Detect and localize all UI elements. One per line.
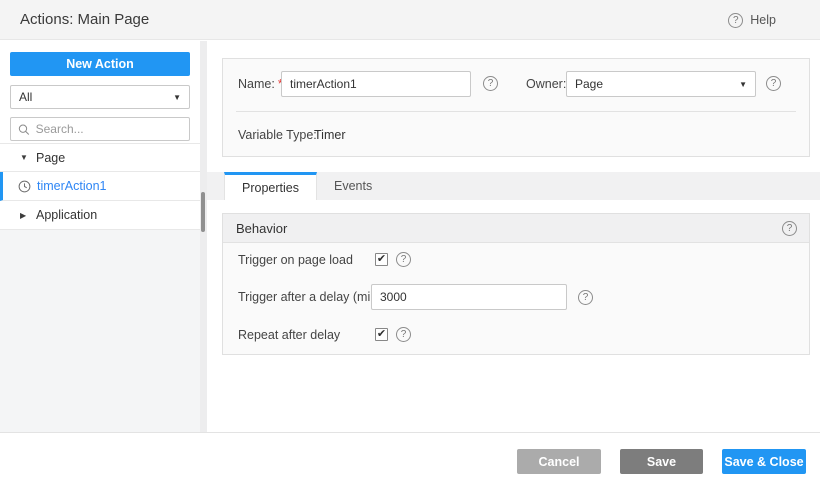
actions-editor-window: Actions: Main Page ? Help New Action All… bbox=[0, 0, 820, 489]
expanded-caret-icon: ▼ bbox=[20, 153, 28, 162]
clock-icon bbox=[18, 180, 31, 193]
dialog-footer: Cancel Save Save & Close bbox=[0, 432, 820, 489]
new-action-button[interactable]: New Action bbox=[10, 52, 190, 76]
trigger-on-page-load-row: Trigger on page load ✔ ? bbox=[223, 252, 809, 267]
page-title: Actions: Main Page bbox=[20, 11, 150, 28]
collapsed-caret-icon: ▶ bbox=[20, 210, 27, 220]
repeat-after-delay-row: Repeat after delay ✔ ? bbox=[223, 327, 809, 342]
repeat-after-delay-help-icon[interactable]: ? bbox=[396, 327, 411, 342]
help-label: Help bbox=[750, 13, 776, 27]
form-divider bbox=[236, 111, 796, 112]
trigger-on-page-load-help-icon[interactable]: ? bbox=[396, 252, 411, 267]
behavior-title: Behavior bbox=[236, 220, 288, 236]
help-icon: ? bbox=[728, 12, 744, 28]
tree-group-page[interactable]: ▼ Page bbox=[0, 143, 200, 172]
save-and-close-button[interactable]: Save & Close bbox=[722, 449, 806, 474]
tree-item-timeraction1[interactable]: timerAction1 bbox=[0, 172, 200, 201]
search-input[interactable] bbox=[35, 122, 182, 136]
cancel-button[interactable]: Cancel bbox=[517, 449, 601, 474]
behavior-section-header: Behavior ? bbox=[223, 214, 809, 243]
actions-sidebar: New Action All ▼ ▼ Page timerAction1 bbox=[0, 41, 200, 432]
repeat-after-delay-checkbox[interactable]: ✔ bbox=[375, 328, 388, 341]
sidebar-scrollbar[interactable] bbox=[200, 41, 207, 432]
search-box bbox=[10, 117, 190, 141]
behavior-section: Behavior ? Trigger on page load ✔ ? Trig… bbox=[222, 213, 810, 355]
filter-dropdown-value: All bbox=[19, 90, 33, 104]
trigger-on-page-load-label: Trigger on page load bbox=[238, 252, 353, 267]
tab-properties[interactable]: Properties bbox=[224, 172, 317, 200]
trigger-delay-row: Trigger after a delay (millisec... ? bbox=[223, 284, 809, 310]
behavior-section-body: Trigger on page load ✔ ? Trigger after a… bbox=[223, 243, 809, 354]
caret-down-icon: ▼ bbox=[739, 79, 747, 89]
title-bar: Actions: Main Page ? Help bbox=[0, 0, 820, 40]
trigger-delay-help-icon[interactable]: ? bbox=[578, 289, 593, 305]
trigger-delay-input[interactable] bbox=[371, 284, 567, 310]
owner-help-icon[interactable]: ? bbox=[766, 76, 781, 91]
scrollbar-thumb[interactable] bbox=[201, 192, 205, 232]
tree-group-label: Page bbox=[36, 150, 66, 165]
help-link[interactable]: ? Help bbox=[728, 0, 776, 40]
action-detail-pane: Name:* ? Owner:* Page ▼ ? Variable Type:… bbox=[207, 41, 820, 432]
action-header-form: Name:* ? Owner:* Page ▼ ? Variable Type:… bbox=[222, 58, 810, 157]
trigger-on-page-load-checkbox[interactable]: ✔ bbox=[375, 253, 388, 266]
tree-group-label: Application bbox=[36, 208, 98, 222]
search-icon bbox=[18, 124, 30, 135]
caret-down-icon: ▼ bbox=[173, 92, 181, 102]
name-input[interactable] bbox=[281, 71, 471, 97]
repeat-after-delay-label: Repeat after delay bbox=[238, 327, 341, 342]
owner-dropdown[interactable]: Page ▼ bbox=[566, 71, 756, 97]
tree-group-application[interactable]: ▶ Application bbox=[0, 201, 200, 230]
name-help-icon[interactable]: ? bbox=[483, 76, 498, 91]
variable-type-value: Timer bbox=[314, 128, 346, 142]
checkmark-icon: ✔ bbox=[376, 328, 387, 340]
behavior-help-icon[interactable]: ? bbox=[782, 220, 797, 236]
tab-events[interactable]: Events bbox=[317, 172, 389, 200]
variable-type-label: Variable Type: bbox=[238, 128, 317, 142]
tab-strip: Properties Events bbox=[207, 172, 820, 200]
checkmark-icon: ✔ bbox=[376, 253, 387, 265]
filter-dropdown[interactable]: All ▼ bbox=[10, 85, 190, 109]
save-button[interactable]: Save bbox=[620, 449, 703, 474]
owner-dropdown-value: Page bbox=[575, 77, 604, 91]
footer-buttons: Cancel Save Save & Close bbox=[517, 449, 806, 474]
tree-item-label: timerAction1 bbox=[37, 179, 107, 193]
name-label: Name:* bbox=[238, 71, 283, 97]
